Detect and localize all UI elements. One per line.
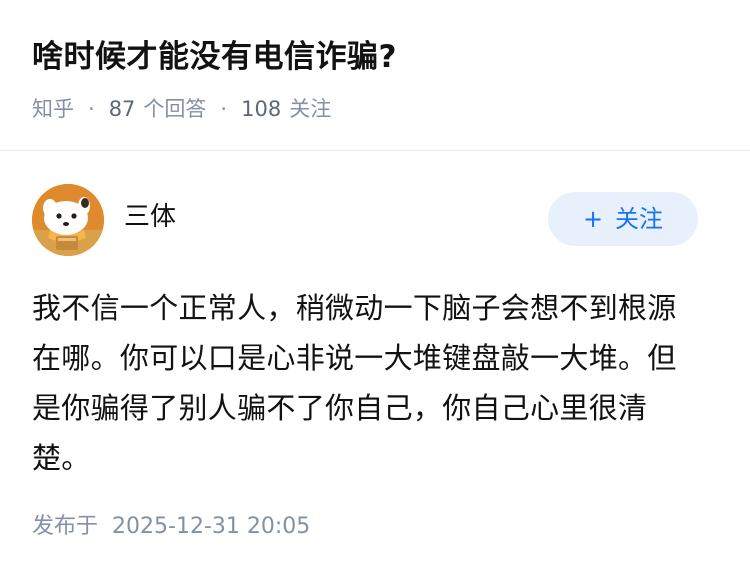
plus-icon: +: [582, 205, 604, 233]
header-divider: [0, 150, 750, 151]
question-meta: 知乎 · 87 个回答 · 108 关注: [32, 94, 718, 124]
publish-time: 2025-12-31 20:05: [112, 514, 311, 539]
follow-button[interactable]: + 关注: [548, 192, 698, 246]
source-label[interactable]: 知乎: [32, 94, 74, 124]
answer-count-label: 个回答: [143, 97, 207, 121]
question-header: 啥时候才能没有电信诈骗? 知乎 · 87 个回答 · 108 关注: [32, 34, 718, 124]
follower-count: 108: [241, 97, 282, 121]
answer-count-link[interactable]: 87 个回答: [109, 94, 207, 124]
follow-button-label: 关注: [615, 205, 664, 233]
meta-separator: ·: [220, 97, 228, 121]
question-title[interactable]: 啥时候才能没有电信诈骗?: [32, 34, 718, 80]
cartoon-dog-avatar-icon: [32, 184, 104, 256]
answer-count: 87: [108, 97, 136, 121]
avatar[interactable]: [32, 184, 104, 256]
follower-count-link[interactable]: 108 关注: [241, 94, 331, 124]
answer-content: 我不信一个正常人，稍微动一下脑子会想不到根源在哪。你可以口是心非说一大堆键盘敲一…: [32, 291, 677, 475]
publish-info: 发布于 2025-12-31 20:05: [32, 510, 310, 544]
meta-separator: ·: [88, 97, 95, 121]
author-row: 三体 + 关注: [32, 184, 698, 258]
publish-label: 发布于: [32, 514, 99, 539]
answer-page: 啥时候才能没有电信诈骗? 知乎 · 87 个回答 · 108 关注 三体 + 关…: [0, 0, 750, 578]
author-name[interactable]: 三体: [124, 200, 176, 234]
follower-count-label: 关注: [289, 97, 332, 121]
